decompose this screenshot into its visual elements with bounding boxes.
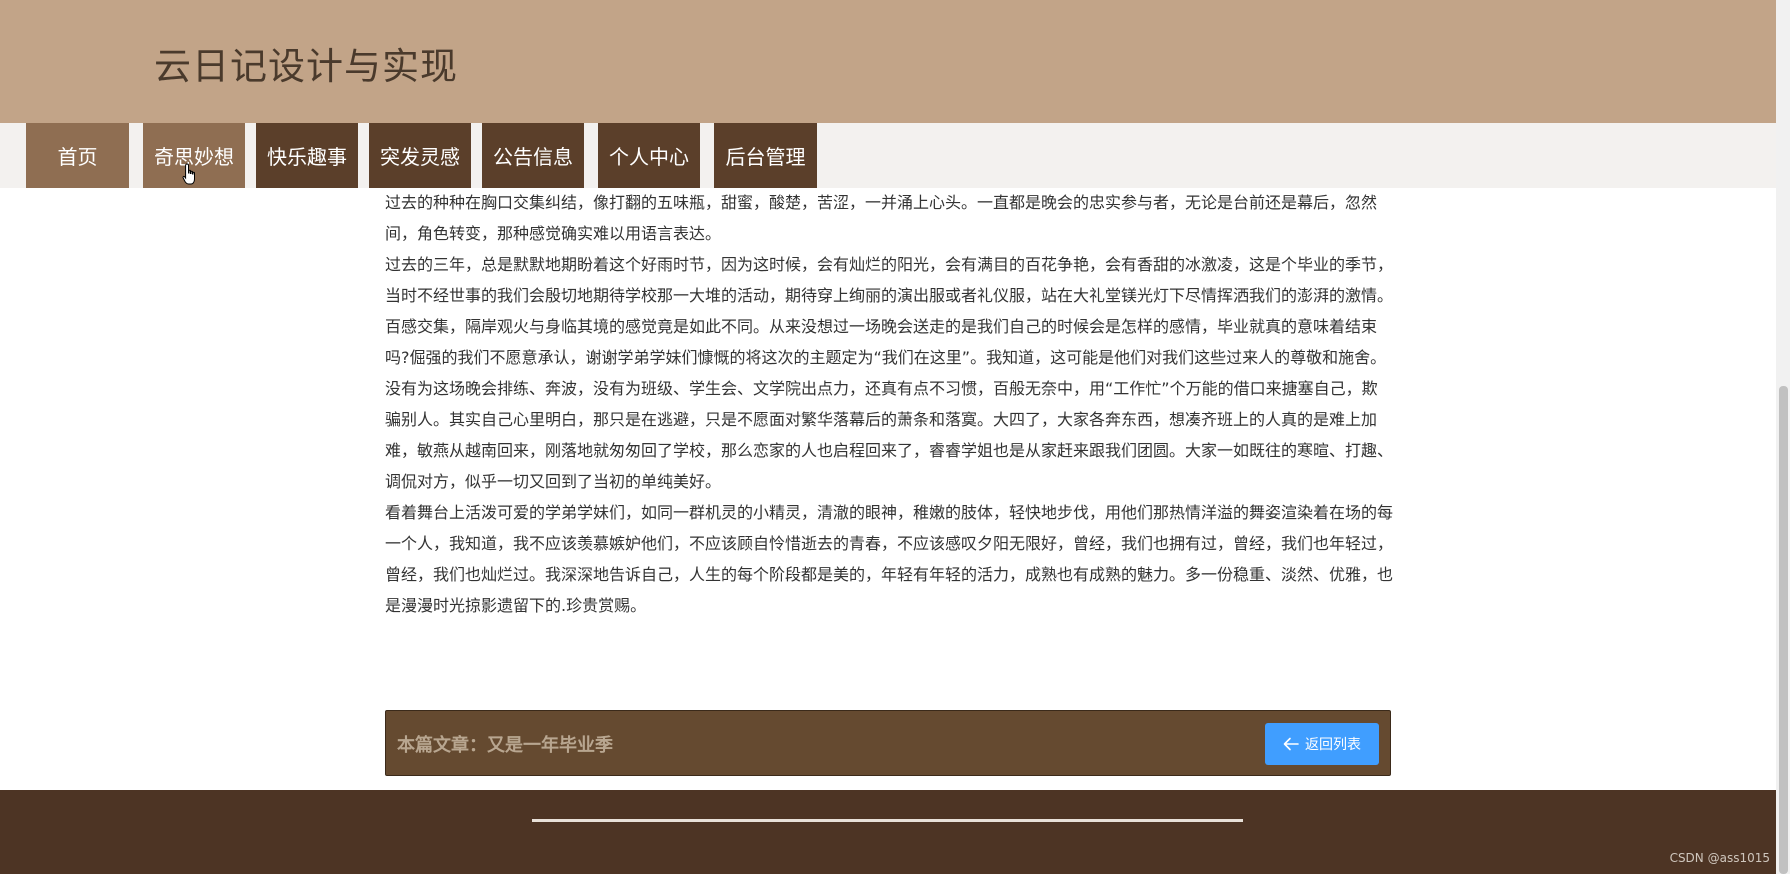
footer-divider — [532, 819, 1243, 822]
site-title: 云日记设计与实现 — [154, 45, 458, 88]
article-paragraph: 没有为这场晚会排练、奔波，没有为班级、学生会、文学院出点力，还真有点不习惯，百般… — [385, 379, 1394, 491]
hand-cursor-icon — [182, 163, 195, 185]
article-paragraph: 过去的三年，总是默默地期盼着这个好雨时节，因为这时候，会有灿烂的阳光，会有满目的… — [385, 255, 1394, 305]
nav-item-profile[interactable]: 个人中心 — [598, 123, 700, 188]
nav-item-admin[interactable]: 后台管理 — [714, 123, 817, 188]
back-to-list-button[interactable]: 返回列表 — [1265, 723, 1379, 765]
article-content: 过去的种种在胸口交集纠结，像打翻的五味瓶，甜蜜，酸楚，苦涩，一并涌上心头。一直都… — [385, 187, 1393, 621]
article-paragraph: 过去的种种在胸口交集纠结，像打翻的五味瓶，甜蜜，酸楚，苦涩，一并涌上心头。一直都… — [385, 193, 1378, 243]
article-title-label: 本篇文章：又是一年毕业季 — [397, 735, 613, 756]
nav-item-home[interactable]: 首页 — [26, 123, 129, 188]
nav-item-notices[interactable]: 公告信息 — [482, 123, 584, 188]
arrow-left-icon — [1283, 737, 1299, 751]
nav-item-fun[interactable]: 快乐趣事 — [256, 123, 358, 188]
site-footer — [0, 790, 1776, 874]
scrollbar-thumb[interactable] — [1779, 386, 1788, 874]
site-header: 云日记设计与实现 — [0, 0, 1776, 123]
article-paragraph: 看着舞台上活泼可爱的学弟学妹们，如同一群机灵的小精灵，清澈的眼神，稚嫩的肢体，轻… — [385, 503, 1394, 615]
article-paragraph: 百感交集，隔岸观火与身临其境的感觉竟是如此不同。从来没想过一场晚会送走的是我们自… — [385, 317, 1387, 367]
nav-item-inspiration[interactable]: 突发灵感 — [369, 123, 471, 188]
watermark: CSDN @ass1015 — [1669, 851, 1770, 865]
back-button-label: 返回列表 — [1305, 737, 1361, 753]
article-footer-bar: 本篇文章：又是一年毕业季 返回列表 — [385, 710, 1391, 776]
